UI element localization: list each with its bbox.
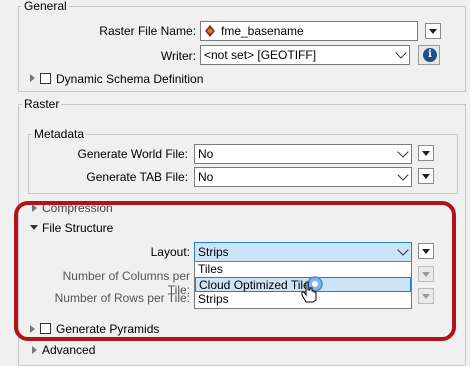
annotation-highlight-ring [14, 201, 456, 341]
writer-value: <not set> [GEOTIFF] [204, 48, 317, 62]
menu-triangle-icon [429, 29, 437, 34]
raster-file-name-field[interactable]: fme_basename [200, 21, 418, 41]
chevron-down-icon [397, 146, 409, 158]
world-file-select[interactable]: No [194, 144, 412, 164]
attribute-icon [205, 25, 215, 37]
writer-label: Writer: [160, 49, 196, 63]
dynamic-schema-label: Dynamic Schema Definition [56, 72, 204, 86]
world-file-value: No [198, 147, 214, 161]
metadata-section-title: Metadata [32, 127, 87, 141]
dynamic-schema-expand-icon[interactable] [30, 74, 35, 82]
dynamic-schema-checkbox[interactable] [40, 73, 51, 84]
general-section-title: General [22, 0, 69, 13]
advanced-expand-icon[interactable] [32, 346, 37, 354]
advanced-label[interactable]: Advanced [42, 343, 95, 357]
chevron-down-icon [397, 169, 409, 181]
tab-file-select[interactable]: No [194, 167, 412, 187]
raster-file-name-label: Raster File Name: [99, 24, 196, 38]
raster-section-title: Raster [22, 97, 62, 111]
raster-file-name-menu-button[interactable] [425, 23, 441, 39]
menu-triangle-icon [422, 151, 430, 156]
chevron-down-icon [395, 47, 407, 59]
menu-triangle-icon [422, 174, 430, 179]
hand-cursor-icon [301, 281, 317, 303]
tab-file-label: Generate TAB File: [86, 170, 188, 184]
tab-file-value: No [198, 170, 214, 184]
raster-file-name-value: fme_basename [221, 24, 304, 38]
writer-select[interactable]: <not set> [GEOTIFF] [200, 45, 410, 65]
info-icon: i [423, 48, 437, 62]
tab-file-menu-button[interactable] [418, 168, 434, 184]
world-file-menu-button[interactable] [418, 145, 434, 161]
world-file-label: Generate World File: [77, 147, 189, 161]
info-button[interactable]: i [418, 45, 440, 65]
